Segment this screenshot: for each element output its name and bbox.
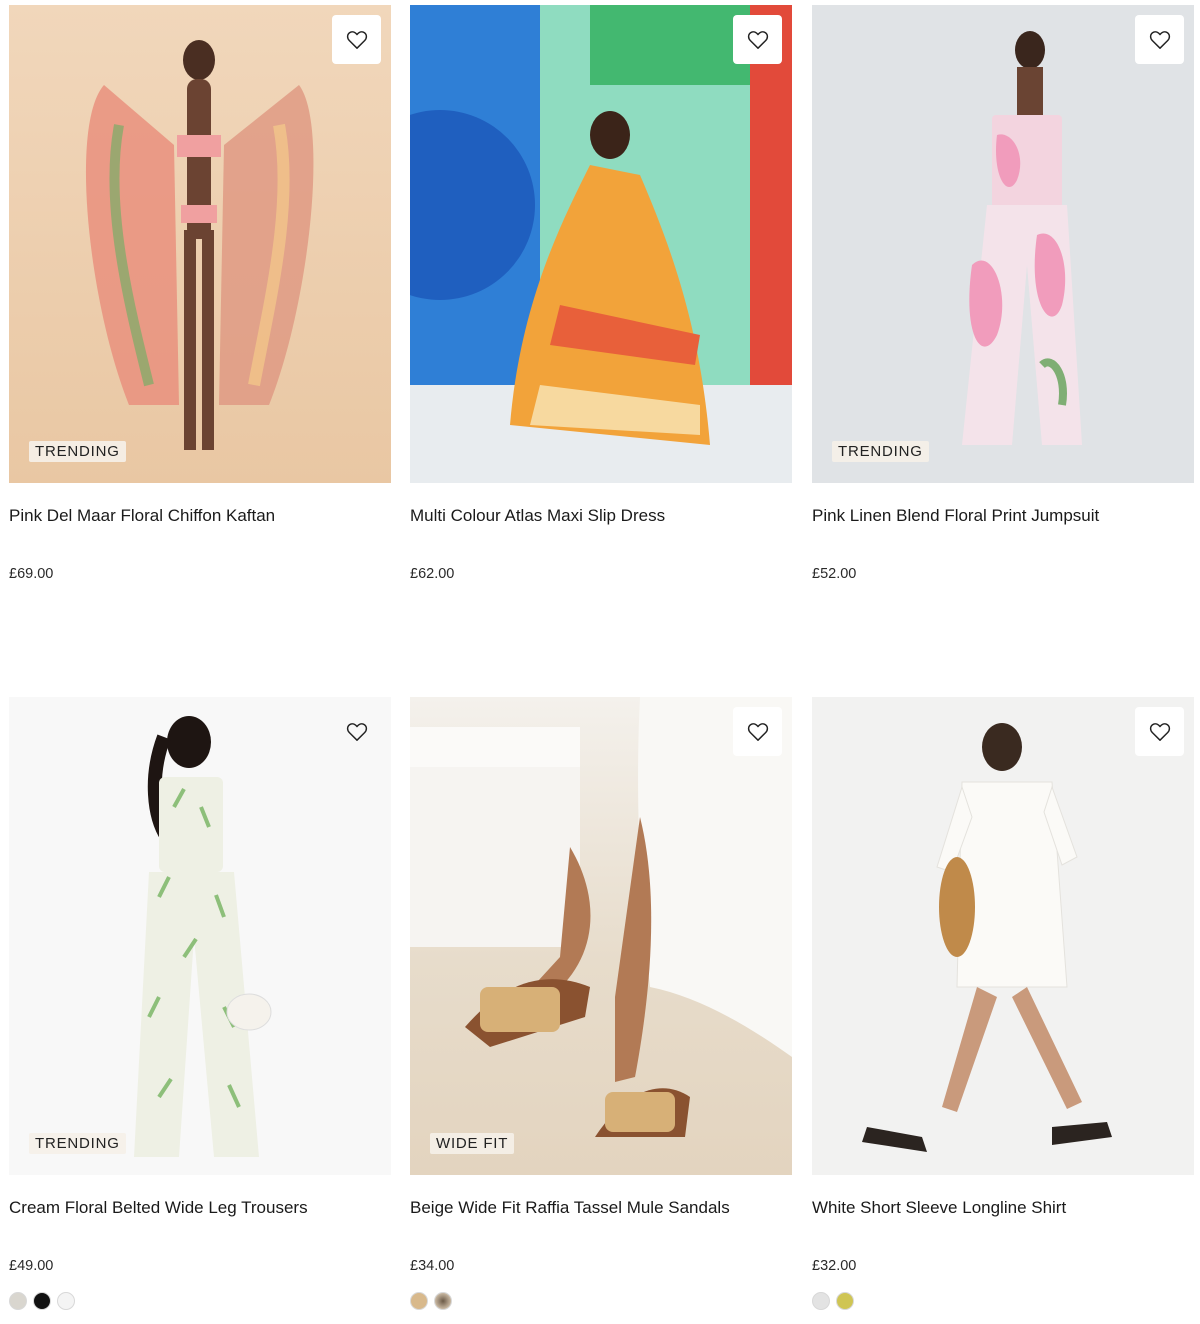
trending-badge: TRENDING	[29, 441, 126, 462]
product-image[interactable]: WIDE FIT	[410, 697, 792, 1175]
colour-swatch[interactable]	[57, 1292, 75, 1310]
product-title[interactable]: Multi Colour Atlas Maxi Slip Dress	[410, 505, 792, 527]
trousers-photo	[9, 697, 391, 1175]
product-card[interactable]: WIDE FIT Beige Wide Fit Raffia Tassel Mu…	[410, 697, 792, 1310]
colour-swatches	[9, 1292, 391, 1310]
product-price: £32.00	[812, 1258, 857, 1274]
product-image[interactable]	[410, 5, 792, 483]
trending-badge: TRENDING	[832, 441, 929, 462]
product-title[interactable]: Cream Floral Belted Wide Leg Trousers	[9, 1197, 391, 1219]
product-price: £34.00	[410, 1258, 455, 1274]
jumpsuit-photo	[812, 5, 1194, 483]
heart-outline-icon	[346, 30, 367, 49]
product-image[interactable]	[812, 697, 1194, 1175]
wishlist-button[interactable]	[1135, 15, 1184, 64]
trending-badge: TRENDING	[29, 1133, 126, 1154]
product-card[interactable]: TRENDING Cream Floral Belted Wide Leg Tr…	[9, 697, 391, 1310]
product-price: £69.00	[9, 566, 54, 582]
colour-swatch[interactable]	[434, 1292, 452, 1310]
product-card[interactable]: White Short Sleeve Longline Shirt £32.00	[812, 697, 1194, 1310]
wishlist-button[interactable]	[332, 15, 381, 64]
product-price: £52.00	[812, 566, 857, 582]
kaftan-photo	[9, 5, 391, 483]
colour-swatch[interactable]	[33, 1292, 51, 1310]
wishlist-button[interactable]	[1135, 707, 1184, 756]
maxi-dress-photo	[410, 5, 792, 483]
product-title[interactable]: White Short Sleeve Longline Shirt	[812, 1197, 1194, 1219]
product-card[interactable]: Multi Colour Atlas Maxi Slip Dress £62.0…	[410, 5, 792, 582]
wishlist-button[interactable]	[733, 15, 782, 64]
wishlist-button[interactable]	[733, 707, 782, 756]
colour-swatches	[812, 1292, 1194, 1310]
product-card[interactable]: TRENDING Pink Del Maar Floral Chiffon Ka…	[9, 5, 391, 582]
product-image[interactable]: TRENDING	[9, 697, 391, 1175]
product-title[interactable]: Beige Wide Fit Raffia Tassel Mule Sandal…	[410, 1197, 792, 1219]
product-card[interactable]: TRENDING Pink Linen Blend Floral Print J…	[812, 5, 1194, 582]
sandals-photo	[410, 697, 792, 1175]
colour-swatch[interactable]	[836, 1292, 854, 1310]
shirt-photo	[812, 697, 1194, 1175]
heart-outline-icon	[747, 30, 768, 49]
heart-outline-icon	[747, 722, 768, 741]
product-grid: TRENDING Pink Del Maar Floral Chiffon Ka…	[0, 0, 1200, 1324]
wide-fit-badge: WIDE FIT	[430, 1133, 515, 1154]
product-price: £62.00	[410, 566, 455, 582]
product-image[interactable]: TRENDING	[812, 5, 1194, 483]
heart-outline-icon	[1149, 30, 1170, 49]
product-price: £49.00	[9, 1258, 54, 1274]
colour-swatch[interactable]	[410, 1292, 428, 1310]
product-title[interactable]: Pink Del Maar Floral Chiffon Kaftan	[9, 505, 391, 527]
colour-swatch[interactable]	[812, 1292, 830, 1310]
colour-swatch[interactable]	[9, 1292, 27, 1310]
wishlist-button[interactable]	[332, 707, 381, 756]
colour-swatches	[410, 1292, 792, 1310]
product-image[interactable]: TRENDING	[9, 5, 391, 483]
heart-outline-icon	[1149, 722, 1170, 741]
heart-outline-icon	[346, 722, 367, 741]
product-title[interactable]: Pink Linen Blend Floral Print Jumpsuit	[812, 505, 1194, 527]
